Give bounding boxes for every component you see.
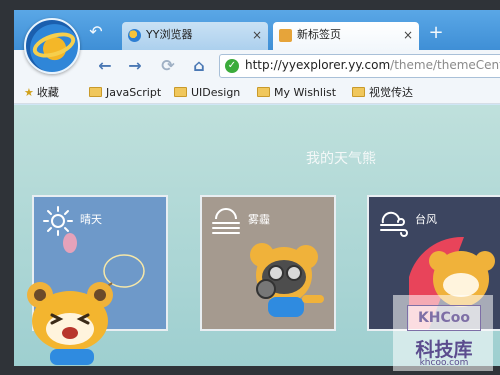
- bear-gas-mask-illustration: [250, 243, 324, 317]
- tab-label: 新标签页: [297, 28, 341, 41]
- tab-strip: ↶ YY浏览器 × 新标签页 × +: [14, 10, 500, 50]
- bookmark-favorites[interactable]: ★ 收藏: [24, 85, 59, 101]
- watermark-url: khcoo.com: [419, 358, 469, 368]
- folder-icon: [89, 87, 102, 97]
- weather-card-haze[interactable]: 雾霾: [200, 195, 336, 331]
- tab-new-tab[interactable]: 新标签页 ×: [273, 22, 419, 50]
- url-path: /theme/themeCenter.h: [390, 58, 500, 72]
- page-title: 我的天气熊: [306, 151, 376, 167]
- bookmark-my-wishlist[interactable]: My Wishlist: [257, 85, 336, 101]
- home-icon[interactable]: ⌂: [188, 55, 210, 77]
- url-host: http://yyexplorer.yy.com: [245, 58, 391, 72]
- tab-label: YY浏览器: [146, 28, 193, 41]
- undo-close-tab-icon[interactable]: ↶: [86, 22, 106, 42]
- yy-browser-favicon: [128, 29, 141, 42]
- yy-browser-logo[interactable]: [24, 18, 80, 74]
- folder-icon: [257, 87, 270, 97]
- raccoon-mascot-illustration: [27, 282, 113, 365]
- bookmark-uidesign[interactable]: UIDesign: [174, 85, 240, 101]
- bookmarks-bar: ★ 收藏 JavaScript UIDesign My Wishlist 视觉传达: [14, 82, 500, 104]
- close-tab-icon[interactable]: ×: [403, 22, 413, 48]
- folder-icon: [174, 87, 187, 97]
- bookmark-label: 收藏: [36, 86, 59, 99]
- khcoo-watermark: KHCoo 科技库 khcoo.com: [393, 295, 493, 371]
- logo-ring: [29, 27, 79, 63]
- watermark-logo: KHCoo: [407, 305, 481, 331]
- forward-arrow-icon[interactable]: →: [124, 55, 146, 77]
- bookmark-visual-communication[interactable]: 视觉传达: [352, 85, 413, 101]
- folder-icon: [352, 87, 365, 97]
- back-arrow-icon[interactable]: ←: [94, 55, 116, 77]
- new-tab-button[interactable]: +: [426, 22, 446, 44]
- secure-check-icon: ✓: [225, 59, 239, 73]
- reload-icon[interactable]: ⟳: [157, 55, 179, 77]
- close-tab-icon[interactable]: ×: [252, 22, 262, 48]
- url-text[interactable]: http://yyexplorer.yy.com/theme/themeCent…: [245, 58, 500, 72]
- bookmark-label: 视觉传达: [369, 86, 413, 99]
- desktop-frame: ↶ YY浏览器 × 新标签页 × + ← → ⟳ ⌂ ✓ http://yyex…: [0, 0, 500, 375]
- navigation-toolbar: ← → ⟳ ⌂ ✓ http://yyexplorer.yy.com/theme…: [14, 50, 500, 82]
- address-bar[interactable]: ✓ http://yyexplorer.yy.com/theme/themeCe…: [219, 54, 500, 78]
- bookmark-javascript[interactable]: JavaScript: [89, 85, 161, 101]
- bookmark-label: JavaScript: [106, 86, 162, 99]
- bookmark-label: UIDesign: [191, 86, 241, 99]
- tab-yy-browser[interactable]: YY浏览器 ×: [122, 22, 268, 50]
- star-icon: ★: [24, 86, 34, 99]
- new-tab-favicon: [279, 29, 292, 42]
- bookmark-label: My Wishlist: [274, 86, 337, 99]
